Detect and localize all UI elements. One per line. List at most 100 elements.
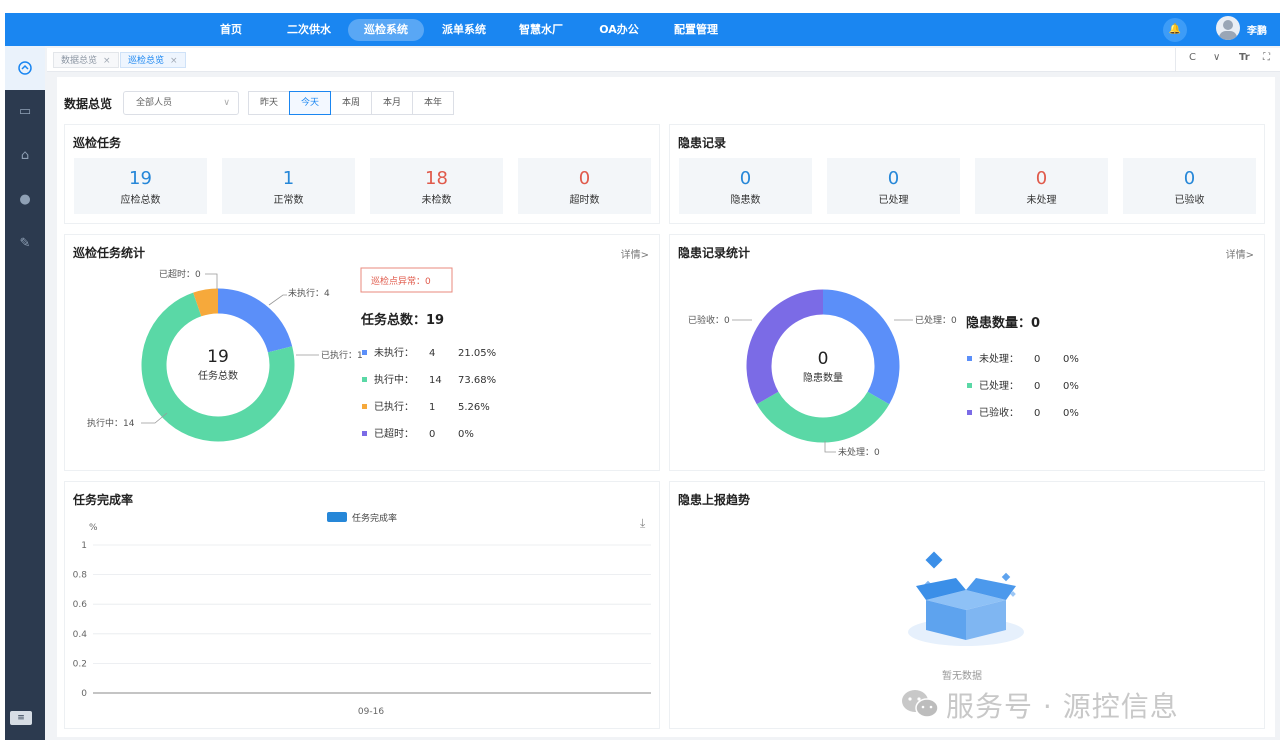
range-today-button[interactable]: 今天 — [289, 91, 331, 115]
hazard-stats-chart: 已验收：0 已处理：0 未处理：0 0 隐患数量 隐患数量：0 未处理： 0 0%已… — [688, 289, 1079, 458]
legend-name: 未处理： — [979, 353, 1019, 365]
nav-item-home[interactable]: 首页 — [210, 19, 252, 41]
stat-card: 0 已处理 — [827, 158, 960, 214]
stat-label: 未检数 — [421, 195, 452, 206]
nav-item-inspection[interactable]: 巡检系统 — [348, 19, 424, 41]
stat-value: 18 — [425, 168, 448, 189]
range-year-button[interactable]: 本年 — [412, 91, 454, 115]
font-size-icon[interactable]: Tr — [1239, 52, 1250, 63]
donut-slice-not-started[interactable] — [217, 288, 293, 353]
range-month-button[interactable]: 本月 — [371, 91, 413, 115]
stat-card: 0 已验收 — [1123, 158, 1256, 214]
book-icon[interactable]: ▭ — [5, 104, 45, 119]
range-week-button[interactable]: 本周 — [330, 91, 372, 115]
callout-label: 已验收：0 — [688, 314, 730, 326]
dashboard-gauge-icon — [18, 61, 32, 75]
stat-label: 应检总数 — [120, 195, 161, 206]
chevron-down-icon[interactable]: ∨ — [1213, 52, 1220, 63]
legend-percent: 0% — [458, 429, 474, 440]
legend-count: 0 — [1034, 381, 1040, 392]
donut-center-value: 19 — [207, 347, 229, 367]
tab-data-overview[interactable]: 数据总览 × — [53, 52, 119, 68]
home-icon[interactable]: ⌂ — [5, 148, 45, 163]
callout-label: 已执行：1 — [321, 349, 363, 361]
stat-card: 0 超时数 — [518, 158, 651, 214]
notification-bell-icon[interactable]: 🔔 — [1163, 18, 1187, 42]
donut-center-label: 隐患数量 — [803, 371, 843, 384]
legend-swatch — [362, 431, 367, 436]
nav-item-oa[interactable]: OA办公 — [588, 19, 650, 41]
donut-slice-done[interactable] — [193, 288, 219, 317]
stat-value: 0 — [887, 168, 900, 189]
person-select[interactable]: 全部人员 ∨ — [123, 91, 239, 115]
donut-center-value: 0 — [818, 349, 829, 369]
hazard-total: 隐患数量：0 — [966, 315, 1040, 331]
stat-label: 未处理 — [1026, 195, 1057, 206]
abnormal-badge-text: 巡检点异常：0 — [371, 275, 431, 287]
main-content: 数据总览 全部人员 ∨ 昨天 今天 本周 本月 本年 巡检任务 19 应检总数 1 正… — [57, 77, 1275, 737]
nav-item-secondary-water[interactable]: 二次供水 — [278, 19, 340, 41]
app-window: 首页 二次供水 巡检系统 派单系统 智慧水厂 OA办公 配置管理 🔔 李鹏 ▭ … — [5, 13, 1280, 740]
stat-label: 已验收 — [1174, 195, 1205, 206]
legend-swatch — [967, 410, 972, 415]
stat-card: 18 未检数 — [370, 158, 503, 214]
stat-card: 0 未处理 — [975, 158, 1108, 214]
donut-slice-handled[interactable] — [756, 391, 890, 443]
range-yesterday-button[interactable]: 昨天 — [248, 91, 290, 115]
stat-card: 1 正常数 — [222, 158, 355, 214]
hazard-records-panel: 隐患记录 0 隐患数 0 已处理 0 未处理 0 已验收 — [669, 124, 1265, 224]
stat-label: 已处理 — [878, 195, 909, 206]
collapse-menu-icon[interactable]: ≡ — [10, 711, 32, 725]
nav-item-smart-plant[interactable]: 智慧水厂 — [510, 19, 572, 41]
callout-label: 执行中：14 — [87, 417, 135, 429]
sidebar: ▭ ⌂ ● ✎ ≡ — [5, 46, 45, 740]
callout-label: 已超时：0 — [159, 268, 201, 280]
x-tick-label: 09-16 — [358, 707, 384, 717]
tab-label: 数据总览 — [61, 56, 98, 66]
tab-bar: 数据总览 × 巡检总览 × C ∨ Tr ⛶ — [47, 48, 1280, 72]
legend-percent: 0% — [1063, 354, 1079, 365]
legend-swatch — [362, 377, 367, 382]
legend-percent: 0% — [1063, 408, 1079, 419]
callout-label: 未执行：4 — [288, 287, 330, 299]
close-icon[interactable]: × — [103, 56, 111, 66]
legend-label: 任务完成率 — [352, 512, 397, 524]
empty-text: 暂无数据 — [942, 671, 982, 682]
user-avatar[interactable] — [1216, 16, 1240, 40]
task-total: 任务总数：19 — [360, 312, 444, 328]
stat-value: 0 — [739, 168, 752, 189]
stat-value: 19 — [129, 168, 152, 189]
tab-inspection-overview[interactable]: 巡检总览 × — [120, 52, 186, 68]
watermark: 服务号 · 源控信息 — [900, 685, 1179, 725]
completion-rate-panel: 任务完成率 任务完成率 ⤓ % 1 0.8 0.6 0.4 0.2 0 09-16 — [64, 481, 660, 729]
fullscreen-icon[interactable]: ⛶ — [1263, 52, 1270, 63]
callout-label: 未处理：0 — [838, 446, 880, 458]
legend-percent: 0% — [1063, 381, 1079, 392]
donut-center-label: 任务总数 — [198, 369, 238, 382]
task-legend: 未执行： 4 21.05% 执行中： 14 73.68% 已执行： 1 5.26% 已超时： 0 0% — [362, 346, 496, 440]
sidebar-item-dashboard[interactable] — [5, 46, 45, 90]
legend-count: 0 — [429, 429, 435, 440]
legend-name: 已验收： — [979, 406, 1019, 419]
divider — [1175, 48, 1176, 72]
nav-item-config[interactable]: 配置管理 — [665, 19, 727, 41]
top-navigation: 首页 二次供水 巡检系统 派单系统 智慧水厂 OA办公 配置管理 🔔 李鹏 — [5, 13, 1280, 46]
completion-grid: 1 0.8 0.6 0.4 0.2 0 — [73, 541, 651, 699]
user-name[interactable]: 李鹏 — [1247, 22, 1267, 37]
close-icon[interactable]: × — [170, 56, 178, 66]
stat-value: 0 — [1035, 168, 1048, 189]
edit-icon[interactable]: ✎ — [5, 236, 45, 251]
stat-value: 1 — [282, 168, 295, 189]
select-value: 全部人员 — [136, 98, 173, 108]
y-tick-label: 0.6 — [73, 600, 88, 610]
nav-item-dispatch[interactable]: 派单系统 — [433, 19, 495, 41]
download-icon[interactable]: ⤓ — [640, 516, 646, 530]
tab-label: 巡检总览 — [128, 56, 165, 66]
legend-count: 14 — [429, 375, 442, 386]
legend-name: 已处理： — [979, 380, 1019, 392]
alert-icon[interactable]: ● — [5, 192, 45, 207]
y-tick-label: 0.8 — [73, 571, 88, 581]
inspection-tasks-panel: 巡检任务 19 应检总数 1 正常数 18 未检数 0 超时数 — [64, 124, 660, 224]
legend-swatch — [967, 383, 972, 388]
refresh-icon[interactable]: C — [1189, 52, 1196, 63]
